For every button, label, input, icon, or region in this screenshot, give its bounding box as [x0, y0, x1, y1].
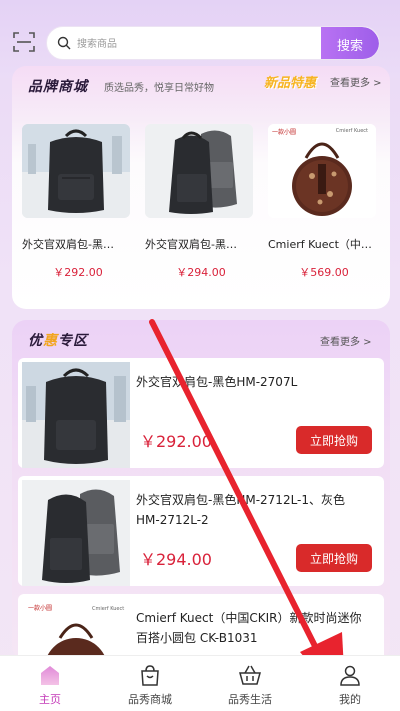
user-icon — [340, 665, 360, 686]
list-item[interactable]: 外交官双肩包-黑色HM-2707L ￥292.00 立即抢购 — [18, 358, 384, 468]
nav-mine-label: 我的 — [339, 693, 361, 706]
product-card[interactable]: 一款小圆 Cmierf Kuect Cmierf Kuect（中… ￥569.0… — [268, 124, 380, 280]
nav-mine[interactable]: 我的 — [300, 656, 400, 711]
product-name: 外交官双肩包-黑… — [22, 238, 114, 251]
product-name: Cmierf Kuect（中国CKIR）新款时尚迷你百搭小圆包 CK-B1031 — [136, 611, 362, 645]
buy-now-button[interactable]: 立即抢购 — [296, 426, 372, 454]
svg-text:一款小圆: 一款小圆 — [28, 604, 52, 612]
brand-mall-more-link[interactable]: 查看更多 > — [330, 74, 382, 89]
nav-mall[interactable]: 品秀商城 — [100, 656, 200, 711]
product-card[interactable]: 外交官双肩包-黑… ￥294.00 — [145, 124, 257, 280]
search-icon — [57, 36, 71, 50]
brand-logo-text: Cmierf Kuect — [335, 128, 368, 134]
product-card[interactable]: 外交官双肩包-黑… ￥292.00 — [22, 124, 134, 280]
preferred-zone-section: 优惠专区 查看更多 > 外交官双肩包-黑色HM-2707L ￥292.00 立即… — [12, 320, 390, 660]
nav-home[interactable]: 主页 — [0, 656, 100, 711]
nav-life[interactable]: 品秀生活 — [200, 656, 300, 711]
home-icon — [41, 666, 59, 685]
nav-life-label: 品秀生活 — [228, 693, 272, 706]
product-price: ￥294.00 — [176, 266, 226, 279]
brand-title-part1: 品牌 — [28, 79, 58, 95]
brand-mall-title: 品牌商城 — [28, 76, 88, 96]
product-price: ￥294.00 — [140, 550, 212, 569]
nav-mall-label: 品秀商城 — [128, 693, 172, 706]
brand-title-part2: 商城 — [58, 79, 88, 95]
brand-mall-slogan: 质选品秀，悦享日常好物 — [104, 83, 214, 94]
search-box: 搜索 — [46, 26, 380, 60]
product-image — [145, 124, 253, 218]
preferred-zone-more-link[interactable]: 查看更多 > — [320, 333, 372, 348]
product-price: ￥292.00 — [53, 266, 103, 279]
svg-text:一款小圆: 一款小圆 — [272, 128, 296, 136]
svg-text:Cmierf Kuect: Cmierf Kuect — [92, 606, 124, 612]
brand-mall-section: 品牌商城 质选品秀，悦享日常好物 新品特惠 查看更多 > 外交官双肩包-黑… ￥… — [12, 66, 390, 309]
product-image — [22, 362, 130, 468]
product-name: Cmierf Kuect（中… — [268, 238, 372, 251]
scan-icon[interactable] — [12, 30, 36, 54]
product-image: 一款小圆 Cmierf Kuect — [268, 124, 376, 218]
product-name: 外交官双肩包-黑色HM-2712L-1、灰色HM-2712L-2 — [136, 493, 346, 527]
pref-title-part2: 惠 — [43, 333, 58, 349]
product-image — [22, 480, 130, 586]
product-image — [22, 124, 130, 218]
pref-title-part3: 专区 — [58, 333, 88, 349]
list-item[interactable]: 外交官双肩包-黑色HM-2712L-1、灰色HM-2712L-2 ￥294.00… — [18, 476, 384, 586]
pref-title-part1: 优 — [28, 333, 43, 349]
buy-now-button[interactable]: 立即抢购 — [296, 544, 372, 572]
search-input[interactable] — [77, 27, 297, 59]
product-price: ￥569.00 — [299, 266, 349, 279]
nav-home-label: 主页 — [39, 693, 61, 706]
search-button[interactable]: 搜索 — [321, 27, 379, 59]
new-arrivals-label: 新品特惠 — [264, 76, 317, 91]
product-price: ￥292.00 — [140, 432, 212, 451]
shopping-bag-icon — [141, 665, 159, 686]
product-name: 外交官双肩包-黑色HM-2707L — [136, 375, 298, 389]
preferred-zone-title: 优惠专区 — [28, 330, 88, 350]
list-item[interactable]: 一款小圆 Cmierf Kuect Cmierf Kuect（中国CKIR）新款… — [18, 594, 384, 660]
product-image: 一款小圆 Cmierf Kuect — [22, 598, 130, 660]
bottom-navigation: 主页 品秀商城 品秀生活 我的 — [0, 655, 400, 711]
basket-icon — [239, 665, 261, 685]
product-name: 外交官双肩包-黑… — [145, 238, 237, 251]
